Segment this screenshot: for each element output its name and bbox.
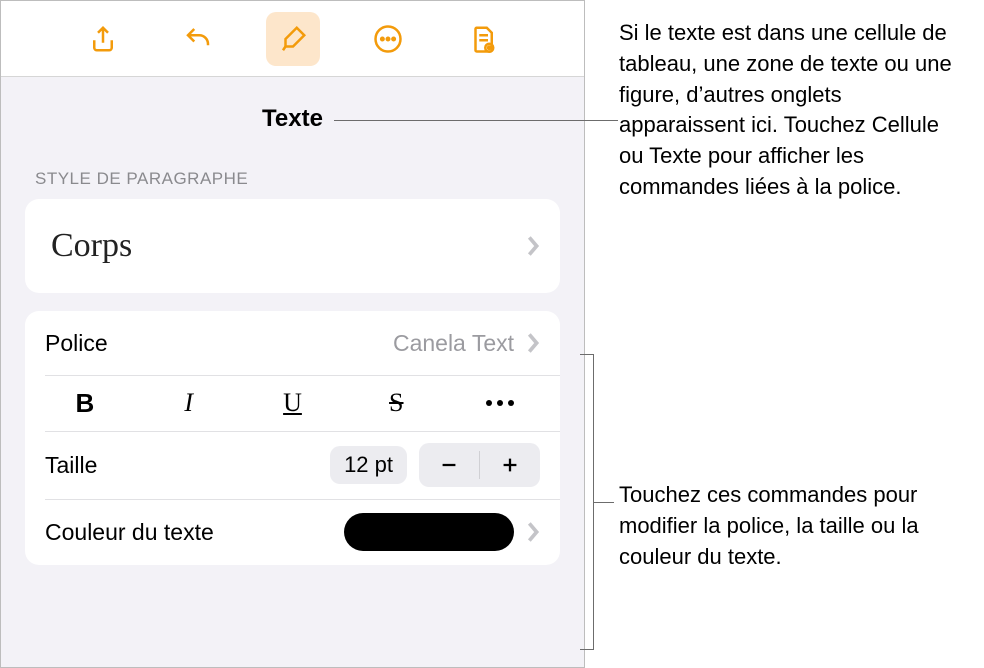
size-value[interactable]: 12 pt — [330, 446, 407, 484]
more-button[interactable] — [361, 12, 415, 66]
size-increment-button[interactable] — [480, 443, 540, 487]
text-color-swatch[interactable] — [344, 513, 514, 551]
size-stepper — [419, 443, 540, 487]
callout-bracket — [580, 354, 594, 650]
underline-button[interactable]: U — [241, 381, 345, 425]
font-value: Canela Text — [393, 330, 514, 357]
chevron-right-icon — [526, 521, 540, 543]
callout-line — [334, 120, 618, 121]
text-color-label: Couleur du texte — [45, 519, 344, 546]
doc-icon — [468, 24, 498, 54]
font-label: Police — [45, 330, 393, 357]
share-button[interactable] — [76, 12, 130, 66]
undo-button[interactable] — [171, 12, 225, 66]
chevron-right-icon — [526, 332, 540, 354]
paragraph-style-label: STYLE DE PARAGRAPHE — [1, 141, 584, 199]
text-color-row[interactable]: Couleur du texte — [25, 499, 560, 565]
strikethrough-button[interactable]: S — [344, 381, 448, 425]
font-row[interactable]: Police Canela Text — [25, 311, 560, 375]
italic-button[interactable]: I — [137, 381, 241, 425]
panel-body: Texte STYLE DE PARAGRAPHE Corps Police C… — [1, 77, 584, 667]
plus-icon — [499, 454, 521, 476]
more-format-button[interactable] — [448, 400, 552, 406]
minus-icon — [438, 454, 460, 476]
undo-icon — [183, 24, 213, 54]
paragraph-style-row[interactable]: Corps — [25, 199, 560, 293]
annotations-area: Si le texte est dans une cellule de tabl… — [585, 0, 984, 668]
paragraph-style-name: Corps — [45, 217, 514, 275]
size-decrement-button[interactable] — [419, 443, 479, 487]
callout-line — [594, 502, 614, 503]
font-card: Police Canela Text B I U S Taille 12 pt — [25, 311, 560, 565]
share-icon — [88, 24, 118, 54]
size-row: Taille 12 pt — [25, 431, 560, 499]
doc-options-button[interactable] — [456, 12, 510, 66]
format-panel: Texte STYLE DE PARAGRAPHE Corps Police C… — [0, 0, 585, 668]
brush-icon — [278, 24, 308, 54]
text-format-row: B I U S — [25, 375, 560, 431]
toolbar — [1, 1, 584, 77]
paragraph-style-card: Corps — [25, 199, 560, 293]
tab-text[interactable]: Texte — [1, 87, 584, 141]
chevron-right-icon — [526, 235, 540, 257]
format-button[interactable] — [266, 12, 320, 66]
size-label: Taille — [45, 452, 318, 479]
more-icon — [373, 24, 403, 54]
annotation-tabs: Si le texte est dans une cellule de tabl… — [619, 18, 959, 203]
annotation-font-controls: Touchez ces commandes pour modifier la p… — [619, 480, 959, 572]
bold-button[interactable]: B — [33, 381, 137, 425]
